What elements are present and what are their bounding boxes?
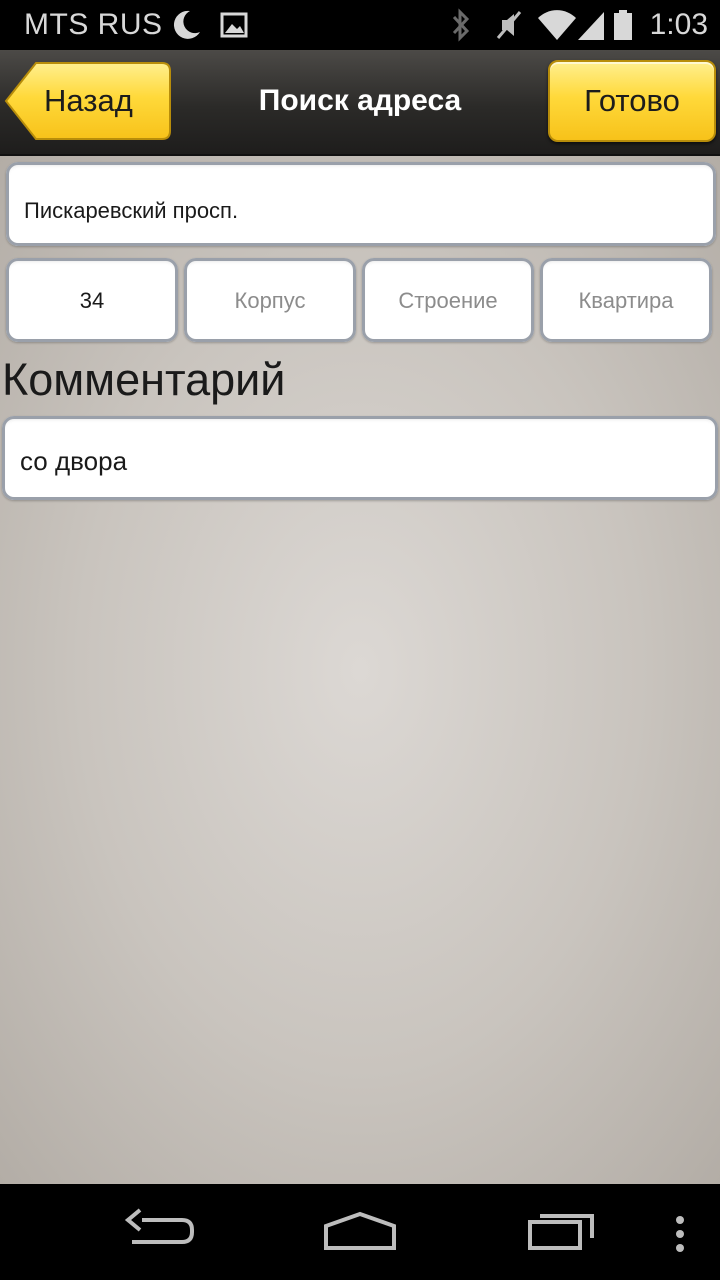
recents-nav-icon[interactable] — [522, 1202, 602, 1267]
street-value: Пискаревский просп. — [24, 198, 239, 223]
back-nav-icon[interactable] — [122, 1202, 198, 1267]
back-button-label: Назад — [44, 83, 133, 118]
signal-icon — [576, 8, 606, 47]
apartment-placeholder: Квартира — [578, 288, 674, 313]
home-nav-icon[interactable] — [320, 1202, 400, 1267]
street-field[interactable]: Пискаревский просп. — [6, 162, 716, 246]
app-header: Назад Поиск адреса Готово — [0, 50, 720, 156]
carrier-name: MTS RUS — [24, 8, 163, 41]
comment-label: Комментарий — [2, 354, 286, 405]
moon-icon — [170, 8, 202, 47]
menu-nav-icon[interactable] — [670, 1202, 690, 1267]
building-field[interactable]: Корпус — [184, 258, 356, 342]
clock: 1:03 — [649, 8, 708, 41]
apartment-field[interactable]: Квартира — [540, 258, 712, 342]
back-button[interactable]: Назад — [4, 60, 172, 142]
structure-field[interactable]: Строение — [362, 258, 534, 342]
bluetooth-icon — [448, 8, 474, 47]
wifi-icon — [536, 8, 578, 47]
address-search-form: Пискаревский просп. 34 Корпус Строение К… — [0, 156, 720, 1184]
system-nav-bar — [0, 1184, 720, 1280]
image-icon — [220, 8, 248, 45]
page-title: Поиск адреса — [258, 84, 462, 117]
house-number-field[interactable]: 34 — [6, 258, 178, 342]
structure-placeholder: Строение — [398, 288, 498, 313]
done-button[interactable]: Готово — [548, 60, 716, 142]
battery-icon — [612, 8, 634, 47]
mute-icon — [494, 8, 524, 47]
building-placeholder: Корпус — [234, 288, 306, 313]
comment-value: со двора — [20, 446, 128, 476]
status-bar: MTS RUS 1:03 — [0, 0, 720, 50]
comment-field[interactable]: со двора — [2, 416, 718, 500]
house-number-value: 34 — [79, 288, 105, 313]
